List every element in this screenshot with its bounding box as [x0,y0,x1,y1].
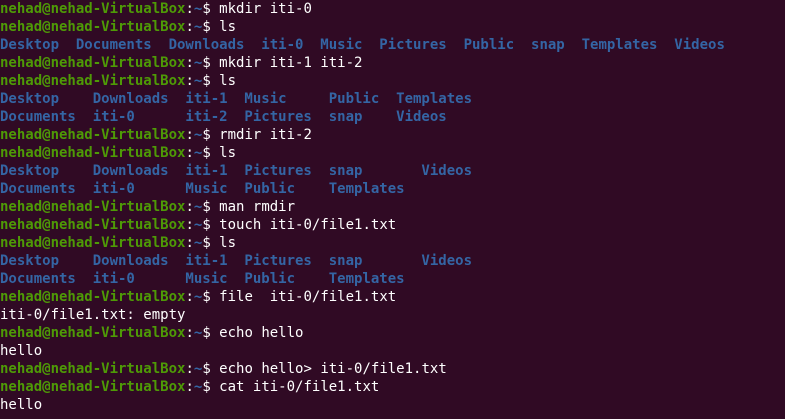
prompt-symbol: $ [202,55,220,71]
command-line: nehad@nehad-VirtualBox:~$ ls [0,72,236,90]
prompt-symbol: $ [202,379,220,395]
command-line: nehad@nehad-VirtualBox:~$ echo hello [0,324,303,342]
prompt-colon: : [185,55,194,71]
directory-listing: Documents iti-0 Music Public Templates [0,270,405,288]
command-text: man rmdir [219,199,296,215]
command-line: nehad@nehad-VirtualBox:~$ file iti-0/fil… [0,288,396,306]
prompt-colon: : [185,379,194,395]
directory-names: Documents iti-0 Music Public Templates [0,181,405,197]
prompt-colon: : [185,73,194,89]
prompt-user: nehad@nehad-VirtualBox [0,217,186,233]
directory-names: Desktop Documents Downloads iti-0 Music … [0,37,725,53]
output-text: hello [0,343,43,359]
prompt-user: nehad@nehad-VirtualBox [0,73,186,89]
prompt-colon: : [185,325,194,341]
command-text: cat iti-0/file1.txt [219,379,380,395]
prompt-symbol: $ [202,235,220,251]
prompt-symbol: $ [202,1,220,17]
command-output: hello [0,342,42,360]
prompt-symbol: $ [202,73,220,89]
prompt-symbol: $ [202,127,220,143]
prompt-symbol: $ [202,289,220,305]
command-line: nehad@nehad-VirtualBox:~$ ls [0,144,236,162]
command-text: ls [219,235,237,251]
directory-listing: Documents iti-0 Music Public Templates [0,180,405,198]
terminal-window[interactable]: nehad@nehad-VirtualBox:~$ mkdir iti-0 neh… [0,0,785,419]
prompt-colon: : [185,289,194,305]
command-text: mkdir iti-0 [219,1,312,17]
prompt-colon: : [185,199,194,215]
prompt-colon: : [185,145,194,161]
prompt-user: nehad@nehad-VirtualBox [0,127,186,143]
prompt-user: nehad@nehad-VirtualBox [0,19,186,35]
directory-names: Documents iti-0 Music Public Templates [0,271,405,287]
command-output: iti-0/file1.txt: empty [0,306,185,324]
prompt-symbol: $ [202,325,220,341]
prompt-symbol: $ [202,145,220,161]
command-line: nehad@nehad-VirtualBox:~$ rmdir iti-2 [0,126,312,144]
directory-listing: Desktop Downloads iti-1 Music Public Tem… [0,90,472,108]
command-text: echo hello> iti-0/file1.txt [219,361,447,377]
prompt-user: nehad@nehad-VirtualBox [0,1,186,17]
command-line: nehad@nehad-VirtualBox:~$ mkdir iti-0 [0,0,312,18]
command-line: nehad@nehad-VirtualBox:~$ ls [0,18,236,36]
prompt-user: nehad@nehad-VirtualBox [0,361,186,377]
command-text: ls [219,145,237,161]
command-output: hello [0,396,42,414]
prompt-user: nehad@nehad-VirtualBox [0,235,186,251]
command-line: nehad@nehad-VirtualBox:~$ touch iti-0/fi… [0,216,396,234]
directory-listing: Desktop Downloads iti-1 Pictures snap Vi… [0,162,472,180]
output-text: iti-0/file1.txt: empty [0,307,186,323]
prompt-user: nehad@nehad-VirtualBox [0,325,186,341]
command-text: mkdir iti-1 iti-2 [219,55,363,71]
prompt-user: nehad@nehad-VirtualBox [0,199,186,215]
directory-listing: Documents iti-0 iti-2 Pictures snap Vide… [0,108,447,126]
command-line: nehad@nehad-VirtualBox:~$ man rmdir [0,198,295,216]
prompt-user: nehad@nehad-VirtualBox [0,145,186,161]
prompt-colon: : [185,1,194,17]
command-line: nehad@nehad-VirtualBox:~$ ls [0,234,236,252]
prompt-symbol: $ [202,199,220,215]
prompt-user: nehad@nehad-VirtualBox [0,55,186,71]
command-text: rmdir iti-2 [219,127,312,143]
prompt-colon: : [185,19,194,35]
directory-names: Desktop Downloads iti-1 Music Public Tem… [0,91,473,107]
command-line: nehad@nehad-VirtualBox:~$ echo hello> it… [0,360,447,378]
directory-listing: Desktop Downloads iti-1 Pictures snap Vi… [0,252,472,270]
command-text: ls [219,73,237,89]
prompt-symbol: $ [202,361,220,377]
directory-names: Documents iti-0 iti-2 Pictures snap Vide… [0,109,447,125]
prompt-colon: : [185,235,194,251]
directory-listing: Desktop Documents Downloads iti-0 Music … [0,36,725,54]
prompt-symbol: $ [202,19,220,35]
prompt-colon: : [185,361,194,377]
prompt-colon: : [185,127,194,143]
prompt-colon: : [185,217,194,233]
output-text: hello [0,397,43,413]
command-line: nehad@nehad-VirtualBox:~$ cat iti-0/file… [0,378,379,396]
directory-names: Desktop Downloads iti-1 Pictures snap Vi… [0,253,473,269]
prompt-symbol: $ [202,217,220,233]
directory-names: Desktop Downloads iti-1 Pictures snap Vi… [0,163,473,179]
command-line: nehad@nehad-VirtualBox:~$ mkdir iti-1 it… [0,54,362,72]
command-text: touch iti-0/file1.txt [219,217,397,233]
command-text: echo hello [219,325,304,341]
command-text: ls [219,19,237,35]
prompt-user: nehad@nehad-VirtualBox [0,289,186,305]
prompt-user: nehad@nehad-VirtualBox [0,379,186,395]
command-text: file iti-0/file1.txt [219,289,397,305]
